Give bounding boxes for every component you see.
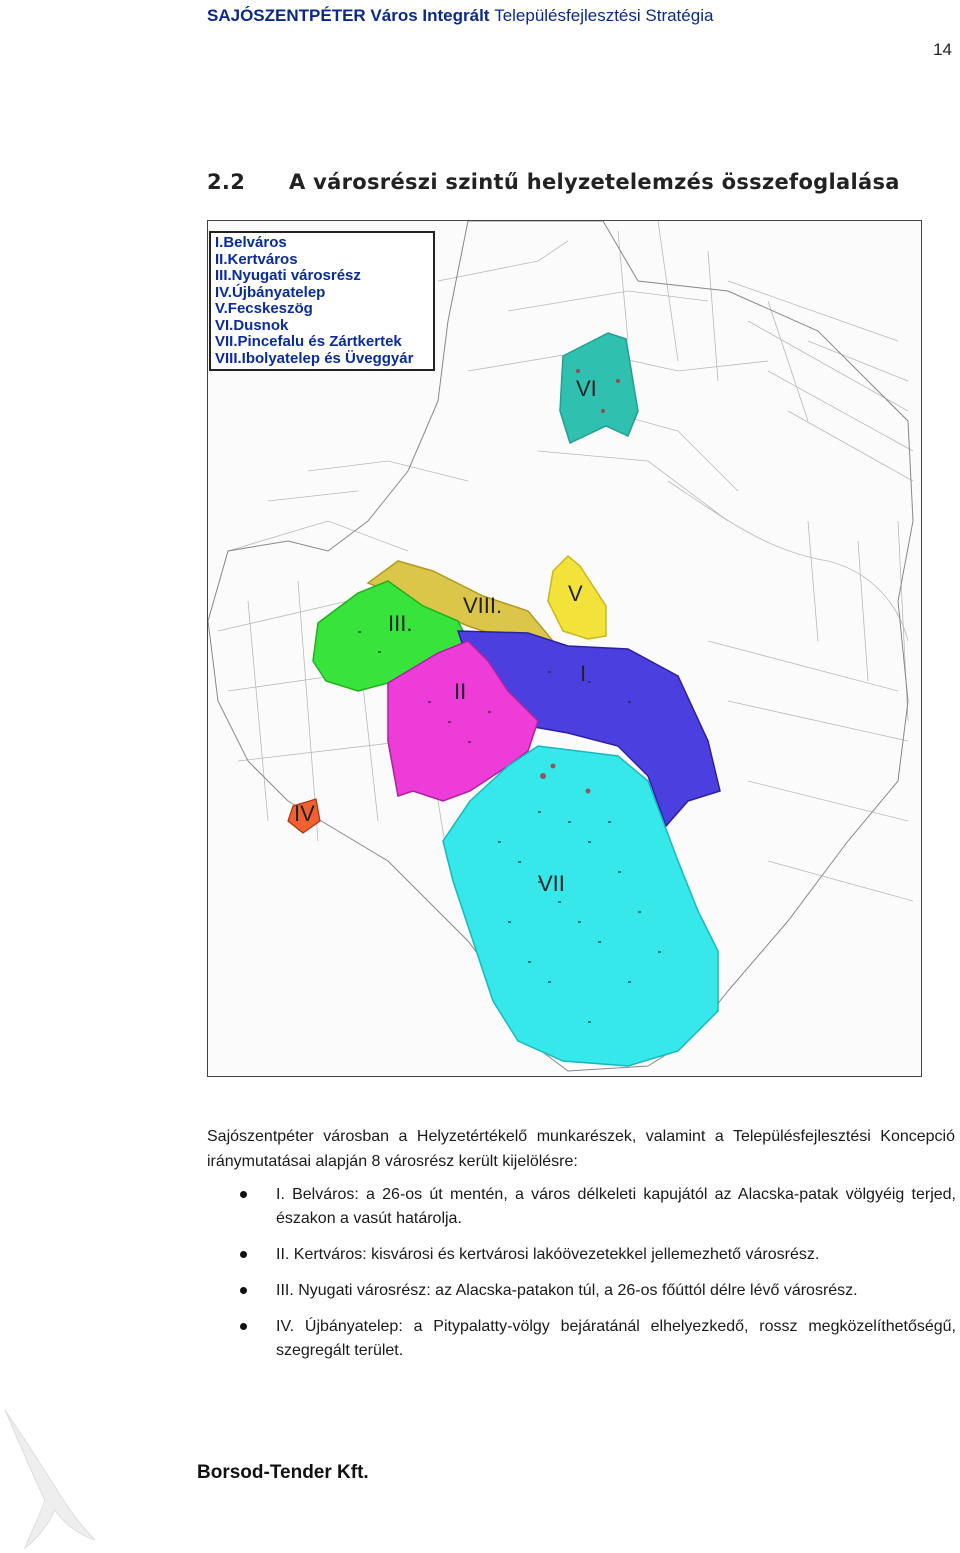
- section-number: 2.2: [207, 170, 246, 194]
- list-item: IV. Újbányatelep: a Pitypalatty-völgy be…: [240, 1315, 956, 1363]
- section-title-text: A városrészi szintű helyzetelemzés össze…: [289, 170, 900, 194]
- legend-item: V.Fecskeszög: [215, 300, 313, 317]
- legend-item: VI.Dusnok: [215, 316, 289, 334]
- legend-item: III.Nyugati városrész: [215, 267, 361, 284]
- label-i: I: [580, 661, 586, 686]
- legend-item: II.Kertváros: [215, 250, 298, 268]
- section-title: 2.2 A városrészi szintű helyzetelemzés ös…: [207, 170, 900, 194]
- legend-item: VIII.Ibolyatelep és Üveggyár: [215, 349, 414, 367]
- label-vii: VII: [538, 871, 565, 896]
- legend-item: I.Belváros: [215, 234, 287, 251]
- legend-item: IV.Újbányatelep: [215, 283, 326, 301]
- document-header: SAJÓSZENTPÉTER Város Integrált Település…: [207, 6, 713, 26]
- page-number: 14: [933, 40, 952, 59]
- map-legend: I.Belváros II.Kertváros III.Nyugati váro…: [209, 231, 435, 371]
- district-vi-area: [559, 332, 639, 445]
- list-item: III. Nyugati városrész: az Alacska-patak…: [240, 1279, 956, 1303]
- header-light: Településfejlesztési Stratégia: [494, 6, 714, 25]
- label-ii: II: [454, 679, 466, 704]
- header-bold: SAJÓSZENTPÉTER Város Integrált: [207, 6, 495, 25]
- label-vi: VI: [576, 376, 597, 401]
- list-item: II. Kertváros: kisvárosi és kertvárosi l…: [240, 1243, 956, 1267]
- label-viii: VIII.: [463, 593, 502, 618]
- label-iii: III.: [388, 611, 412, 636]
- label-iv: IV: [294, 801, 315, 826]
- legend-item: VII.Pincefalu és Zártkertek: [215, 333, 402, 350]
- footer-company: Borsod-Tender Kft.: [197, 1462, 369, 1483]
- bird-logo-icon: [4, 1409, 96, 1550]
- intro-paragraph: Sajószentpéter városban a Helyzetértékel…: [207, 1128, 955, 1170]
- list-item: I. Belváros: a 26-os út mentén, a város …: [240, 1183, 956, 1231]
- label-v: V: [568, 581, 583, 606]
- district-list: I. Belváros: a 26-os út mentén, a város …: [240, 1183, 956, 1375]
- district-map: VI V VIII. III. I II IV VII I.Belváros I…: [207, 220, 922, 1077]
